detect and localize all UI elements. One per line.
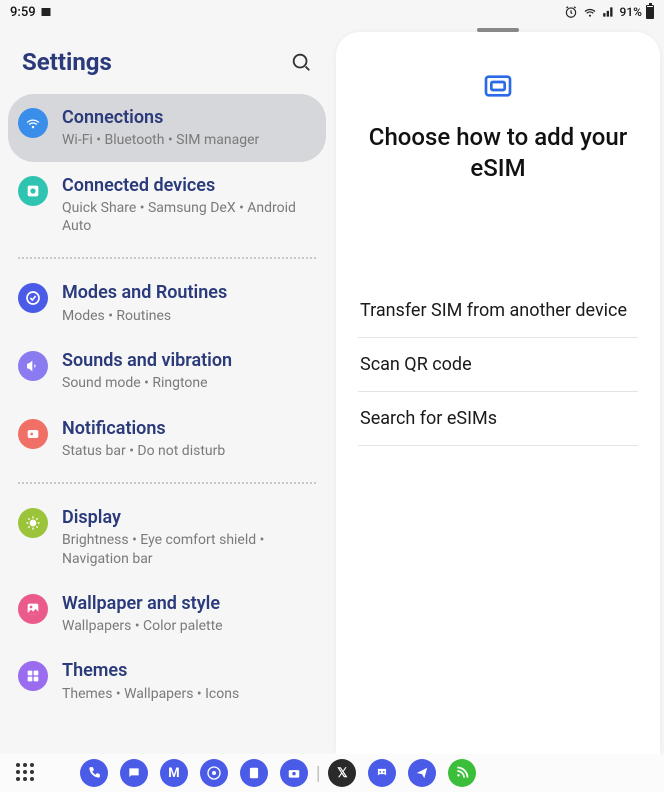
sidebar-item-sub: Themes • Wallpapers • Icons [62,685,314,703]
nav-separator: | [316,763,320,784]
sidebar-item-sub: Brightness • Eye comfort shield • Naviga… [62,531,314,567]
status-bar: 9:59 91% [0,0,664,24]
wifi-icon [18,108,48,138]
sidebar-item-label: Display [62,506,314,529]
sidebar-item-sub: Status bar • Do not disturb [62,442,314,460]
sidebar-item-themes[interactable]: Themes Themes • Wallpapers • Icons [8,647,326,715]
sidebar-item-connections[interactable]: Connections Wi-Fi • Bluetooth • SIM manag… [8,94,326,162]
sim-icon [482,70,514,102]
nav-app-phone[interactable] [80,759,108,787]
settings-sidebar: Settings Connections Wi-Fi • Bluetooth • … [0,24,334,754]
nav-app-note[interactable] [240,759,268,787]
sidebar-item-label: Wallpaper and style [62,592,314,615]
status-card-icon [40,6,52,18]
sidebar-item-modes-routines[interactable]: Modes and Routines Modes • Routines [8,269,326,337]
nav-app-discord[interactable] [368,759,396,787]
esim-option-1[interactable]: Scan QR code [358,338,638,392]
wallpaper-icon [18,594,48,624]
signal-icon [602,5,616,19]
search-icon[interactable] [290,51,312,73]
nav-app-X[interactable]: 𝕏 [328,759,356,787]
sidebar-item-sub: Wi-Fi • Bluetooth • SIM manager [62,131,314,149]
nav-app-send[interactable] [408,759,436,787]
sidebar-item-sounds-vibration[interactable]: Sounds and vibration Sound mode • Rington… [8,337,326,405]
esim-option-0[interactable]: Transfer SIM from another device [358,284,638,338]
sidebar-item-connected-devices[interactable]: Connected devicesQuick Share • Samsung D… [8,162,326,248]
sidebar-item-sub: Modes • Routines [62,307,314,325]
sidebar-item-label: Sounds and vibration [62,349,314,372]
sidebar-item-sub: Quick Share • Samsung DeX • Android Auto [62,199,314,235]
section-divider [18,482,316,484]
display-icon [18,508,48,538]
sidebar-item-sub: Wallpapers • Color palette [62,617,314,635]
esim-panel: Choose how to add your eSIM Transfer SIM… [336,32,660,754]
nav-app-chrome[interactable] [200,759,228,787]
nav-app-M[interactable]: M [160,759,188,787]
sidebar-item-wallpaper-style[interactable]: Wallpaper and style Wallpapers • Color pa… [8,580,326,648]
battery-icon [646,5,654,19]
notifications-icon [18,419,48,449]
sidebar-item-label: Themes [62,659,314,682]
battery-pct: 91% [620,5,642,19]
section-divider [18,257,316,259]
sidebar-item-label: Connected devices [62,174,314,197]
routines-icon [18,283,48,313]
sound-icon [18,351,48,381]
esim-option-2[interactable]: Search for eSIMs [358,392,638,446]
nav-bar: M | 𝕏 [0,754,664,792]
sidebar-item-sub: Sound mode • Ringtone [62,374,314,392]
nav-app-cam[interactable] [280,759,308,787]
status-time: 9:59 [10,5,36,20]
nav-app-feed[interactable] [448,759,476,787]
drag-handle[interactable] [477,28,519,32]
sidebar-item-label: Connections [62,106,314,129]
nav-app-chat[interactable] [120,759,148,787]
settings-title: Settings [22,48,112,76]
wifi-icon [582,5,598,19]
sidebar-item-label: Modes and Routines [62,281,314,304]
panel-title: Choose how to add your eSIM [358,122,638,184]
sidebar-item-label: Notifications [62,417,314,440]
sidebar-item-display[interactable]: DisplayBrightness • Eye comfort shield •… [8,494,326,580]
themes-icon [18,661,48,691]
app-drawer-icon[interactable] [16,763,36,783]
sidebar-item-notifications[interactable]: Notifications Status bar • Do not disturb [8,405,326,473]
alarm-icon [564,5,578,19]
devices-icon [18,176,48,206]
